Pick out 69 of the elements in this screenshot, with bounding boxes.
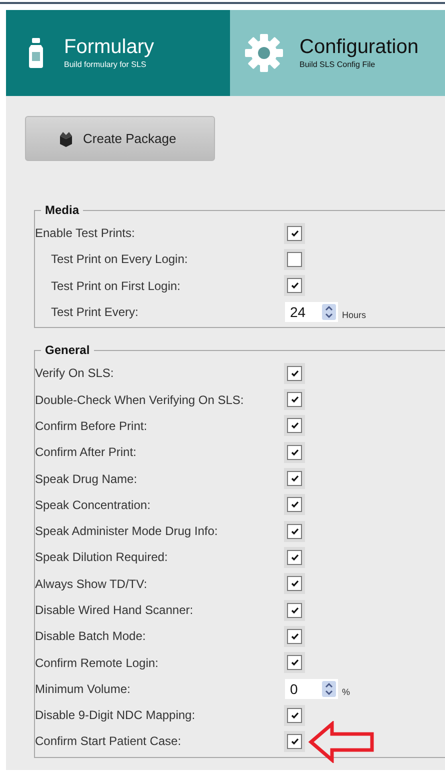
checkbox[interactable] bbox=[287, 524, 302, 539]
bottle-icon bbox=[28, 38, 44, 68]
checkmark-icon bbox=[290, 528, 298, 535]
unit-label: % bbox=[342, 686, 350, 697]
checkbox[interactable] bbox=[287, 226, 302, 241]
unit-label: Hours bbox=[342, 310, 366, 320]
field-label: Speak Administer Mode Drug Info: bbox=[35, 524, 219, 538]
field-label: Confirm Before Print: bbox=[35, 418, 148, 433]
create-package-button[interactable]: Create Package bbox=[25, 116, 215, 161]
checkbox[interactable] bbox=[287, 252, 302, 267]
checkmark-icon bbox=[290, 475, 298, 482]
spinner-arrows-icon bbox=[322, 680, 336, 697]
field-label: Test Print Every: bbox=[51, 305, 140, 320]
field-label: Disable Batch Mode: bbox=[35, 629, 147, 644]
number-spinner[interactable]: 24 bbox=[285, 302, 338, 322]
checkbox[interactable] bbox=[287, 655, 302, 670]
checkbox[interactable] bbox=[287, 497, 302, 512]
checkmark-icon bbox=[290, 554, 298, 561]
field-label: Test Print on First Login: bbox=[51, 278, 182, 293]
checkbox[interactable] bbox=[287, 550, 302, 565]
checkbox[interactable] bbox=[287, 366, 302, 381]
field-label: Verify On SLS: bbox=[35, 366, 115, 380]
field-label: Disable Wired Hand Scanner: bbox=[35, 603, 194, 617]
field-label: Double-Check When Verifying On SLS: bbox=[35, 392, 245, 407]
checkmark-icon bbox=[290, 422, 298, 430]
field-label: Confirm Remote Login: bbox=[35, 656, 160, 670]
checkmark-icon bbox=[290, 712, 298, 719]
section-legend: Media bbox=[41, 203, 84, 217]
checkmark-icon bbox=[290, 659, 298, 666]
tab[interactable]: Configuration Build SLS Config File bbox=[230, 10, 445, 96]
tab-title: Configuration bbox=[300, 36, 418, 58]
section-legend: General bbox=[41, 343, 94, 358]
checkbox[interactable] bbox=[287, 734, 302, 749]
checkmark-icon bbox=[290, 738, 298, 745]
field-label: Disable 9-Digit NDC Mapping: bbox=[35, 708, 196, 722]
field-label: Always Show TD/TV: bbox=[35, 576, 148, 591]
field-label: Speak Drug Name: bbox=[35, 472, 138, 486]
field-label: Speak Dilution Required: bbox=[35, 550, 169, 564]
gear-icon bbox=[244, 33, 284, 73]
checkbox[interactable] bbox=[287, 471, 302, 486]
checkbox[interactable] bbox=[287, 628, 302, 644]
checkmark-icon bbox=[290, 448, 298, 456]
checkbox[interactable] bbox=[287, 576, 302, 592]
checkbox[interactable] bbox=[287, 444, 302, 460]
field-label: Confirm After Print: bbox=[35, 445, 138, 460]
checkbox[interactable] bbox=[287, 708, 302, 723]
checkmark-icon bbox=[290, 501, 298, 508]
checkmark-icon bbox=[290, 370, 298, 377]
tab-title: Formulary bbox=[64, 36, 154, 58]
checkmark-icon bbox=[290, 282, 298, 290]
field-label: Test Print on Every Login: bbox=[51, 252, 189, 266]
checkbox[interactable] bbox=[287, 392, 302, 408]
field-label: Speak Concentration: bbox=[35, 498, 152, 512]
field-label: Minimum Volume: bbox=[35, 682, 132, 696]
checkmark-icon bbox=[290, 606, 298, 614]
checkmark-icon bbox=[290, 580, 298, 588]
checkmark-icon bbox=[290, 632, 298, 640]
checkbox[interactable] bbox=[287, 278, 302, 294]
field-label: Confirm Start Patient Case: bbox=[35, 734, 182, 748]
number-spinner[interactable]: 0 bbox=[285, 678, 338, 699]
field-label: Enable Test Prints: bbox=[35, 226, 136, 240]
tab-subtitle: Build SLS Config File bbox=[300, 60, 376, 70]
tab-subtitle: Build formulary for SLS bbox=[64, 60, 148, 70]
checkmark-icon bbox=[290, 230, 298, 237]
tab[interactable]: Formulary Build formulary for SLS bbox=[6, 10, 230, 96]
box-icon bbox=[59, 130, 73, 146]
spinner-arrows-icon bbox=[322, 304, 336, 320]
checkbox[interactable] bbox=[287, 418, 302, 434]
checkmark-icon bbox=[290, 396, 298, 404]
